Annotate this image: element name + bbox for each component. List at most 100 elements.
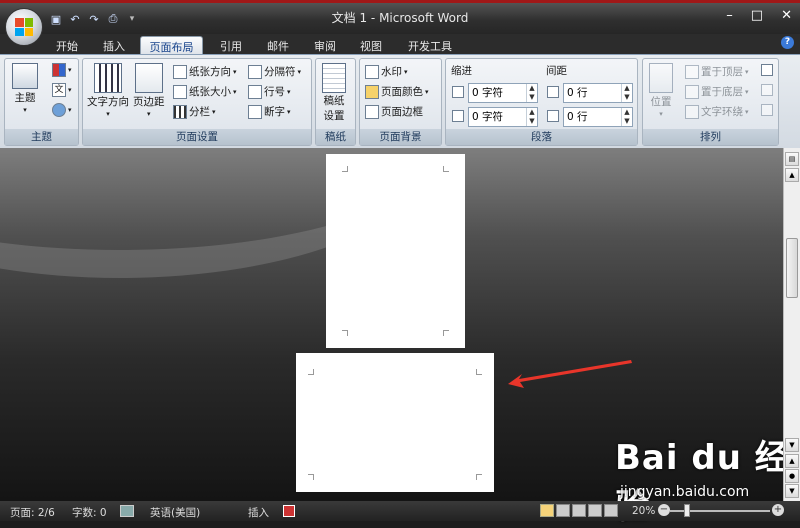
breaks-icon bbox=[248, 64, 262, 79]
full-screen-view-icon[interactable] bbox=[556, 504, 570, 517]
tab-mailings[interactable]: 邮件 bbox=[258, 36, 298, 54]
breaks-label: 分隔符 bbox=[264, 66, 296, 78]
spacing-after-spinner[interactable]: ▲ ▼ bbox=[621, 108, 632, 126]
themes-icon bbox=[12, 63, 38, 89]
margins-label: 页边距 bbox=[133, 96, 165, 108]
columns-button[interactable]: 分栏 ▾ bbox=[173, 104, 216, 119]
bring-front-icon bbox=[685, 64, 699, 79]
macro-record-icon[interactable] bbox=[283, 505, 295, 517]
spacing-after-value: 0 行 bbox=[567, 111, 588, 123]
status-language[interactable]: 英语(美国) bbox=[150, 505, 200, 520]
next-page-button[interactable]: ▼ bbox=[785, 484, 799, 498]
group-caption-themes: 主题 bbox=[5, 129, 78, 145]
theme-effects-icon bbox=[52, 103, 66, 117]
crop-mark bbox=[342, 166, 348, 172]
document-page-2[interactable] bbox=[296, 353, 494, 492]
rotate-glyph-icon bbox=[761, 104, 773, 116]
text-direction-label: 文字方向 bbox=[87, 96, 129, 108]
watermark-button[interactable]: 水印 ▾ bbox=[365, 64, 408, 79]
breaks-button[interactable]: 分隔符 ▾ bbox=[248, 64, 301, 79]
zoom-in-icon[interactable]: + bbox=[772, 504, 784, 516]
tab-insert[interactable]: 插入 bbox=[94, 36, 134, 54]
text-wrap-button[interactable]: 文字环绕 ▾ bbox=[685, 104, 749, 119]
minimize-button[interactable]: – bbox=[726, 8, 733, 23]
draft-view-icon[interactable] bbox=[604, 504, 618, 517]
scroll-down-button[interactable]: ▼ bbox=[785, 438, 799, 452]
spacing-after-input[interactable]: 0 行 ▲ ▼ bbox=[563, 107, 633, 127]
tab-developer[interactable]: 开发工具 bbox=[400, 36, 460, 54]
position-label: 位置 bbox=[650, 96, 672, 108]
proofing-icon[interactable] bbox=[120, 505, 134, 517]
web-layout-view-icon[interactable] bbox=[572, 504, 586, 517]
spacing-before-input[interactable]: 0 行 ▲ ▼ bbox=[563, 83, 633, 103]
bring-front-label: 置于顶层 bbox=[701, 66, 743, 78]
page-color-button[interactable]: 页面颜色 ▾ bbox=[365, 84, 429, 99]
group-objects-icon[interactable] bbox=[761, 84, 773, 96]
size-label: 纸张大小 bbox=[189, 86, 231, 98]
orientation-button[interactable]: 纸张方向 ▾ bbox=[173, 64, 237, 79]
crop-mark bbox=[308, 474, 314, 480]
draft-setup-button[interactable]: 稿纸 设置 bbox=[322, 63, 346, 123]
bring-front-button[interactable]: 置于顶层 ▾ bbox=[685, 64, 749, 79]
status-insert-mode[interactable]: 插入 bbox=[248, 505, 269, 520]
margins-button[interactable]: 页边距 ▾ bbox=[133, 63, 165, 118]
position-button[interactable]: 位置 ▾ bbox=[649, 63, 673, 118]
theme-colors-button[interactable]: ▾ bbox=[52, 63, 72, 77]
indent-right-input[interactable]: 0 字符 ▲ ▼ bbox=[468, 107, 538, 127]
align-icon[interactable] bbox=[761, 64, 773, 76]
indent-right-spinner[interactable]: ▲ ▼ bbox=[526, 108, 537, 126]
tab-view[interactable]: 视图 bbox=[352, 36, 390, 54]
document-page-1[interactable] bbox=[326, 154, 465, 348]
close-button[interactable]: ✕ bbox=[781, 8, 792, 23]
orientation-icon bbox=[173, 64, 187, 79]
scroll-thumb[interactable] bbox=[786, 238, 798, 298]
tab-review[interactable]: 审阅 bbox=[306, 36, 344, 54]
previous-page-button[interactable]: ▲ bbox=[785, 454, 799, 468]
theme-fonts-button[interactable]: 文 ▾ bbox=[52, 83, 72, 97]
draft-setup-label-2: 设置 bbox=[323, 110, 345, 122]
draft-paper-icon bbox=[322, 63, 346, 93]
text-direction-icon bbox=[94, 63, 122, 93]
position-icon bbox=[649, 63, 673, 93]
size-button[interactable]: 纸张大小 ▾ bbox=[173, 84, 237, 99]
spacing-before-spinner[interactable]: ▲ ▼ bbox=[621, 84, 632, 102]
zoom-level[interactable]: 20% bbox=[632, 505, 655, 517]
office-logo-icon bbox=[15, 18, 33, 36]
select-browse-object-button[interactable]: ● bbox=[785, 469, 799, 483]
send-back-button[interactable]: 置于底层 ▾ bbox=[685, 84, 749, 99]
theme-effects-button[interactable]: ▾ bbox=[52, 103, 72, 117]
group-caption-page-setup: 页面设置 bbox=[83, 129, 311, 145]
line-numbers-icon bbox=[248, 84, 262, 99]
spacing-after-icon bbox=[547, 110, 559, 122]
tab-references[interactable]: 引用 bbox=[212, 36, 250, 54]
indent-left-spinner[interactable]: ▲ ▼ bbox=[526, 84, 537, 102]
ruler-toggle-icon[interactable]: ▤ bbox=[785, 152, 799, 166]
zoom-out-icon[interactable]: − bbox=[658, 504, 670, 516]
vertical-scrollbar[interactable]: ▤ ▲ ▼ ▲ ● ▼ bbox=[783, 148, 800, 501]
office-button[interactable] bbox=[5, 8, 43, 46]
tab-home[interactable]: 开始 bbox=[48, 36, 86, 54]
indent-left-value: 0 字符 bbox=[472, 87, 504, 99]
text-direction-button[interactable]: 文字方向 ▾ bbox=[87, 63, 129, 118]
page-borders-button[interactable]: 页面边框 bbox=[365, 104, 423, 119]
zoom-slider-thumb[interactable] bbox=[684, 504, 690, 517]
watermark-icon bbox=[365, 64, 379, 79]
print-layout-view-icon[interactable] bbox=[540, 504, 554, 517]
themes-label: 主题 bbox=[14, 92, 36, 104]
title-accent-line bbox=[0, 0, 800, 3]
status-page[interactable]: 页面: 2/6 bbox=[10, 505, 55, 520]
outline-view-icon[interactable] bbox=[588, 504, 602, 517]
status-word-count[interactable]: 字数: 0 bbox=[72, 505, 107, 520]
red-arrow-annotation bbox=[508, 360, 632, 388]
maximize-button[interactable]: □ bbox=[751, 8, 763, 23]
themes-button[interactable]: 主题 ▾ bbox=[12, 63, 38, 114]
tab-page-layout[interactable]: 页面布局 bbox=[140, 36, 203, 54]
line-numbers-button[interactable]: 行号 ▾ bbox=[248, 84, 291, 99]
theme-colors-icon bbox=[52, 63, 66, 77]
indent-left-input[interactable]: 0 字符 ▲ ▼ bbox=[468, 83, 538, 103]
group-paragraph: 缩进 间距 0 字符 ▲ ▼ 0 字符 ▲ ▼ 0 行 ▲ ▼ 0 行 ▲ ▼ 段落 bbox=[445, 58, 638, 146]
hyphenation-button[interactable]: 断字 ▾ bbox=[248, 104, 291, 119]
scroll-up-button[interactable]: ▲ bbox=[785, 168, 799, 182]
rotate-icon[interactable] bbox=[761, 104, 773, 116]
help-icon[interactable]: ? bbox=[781, 36, 794, 49]
